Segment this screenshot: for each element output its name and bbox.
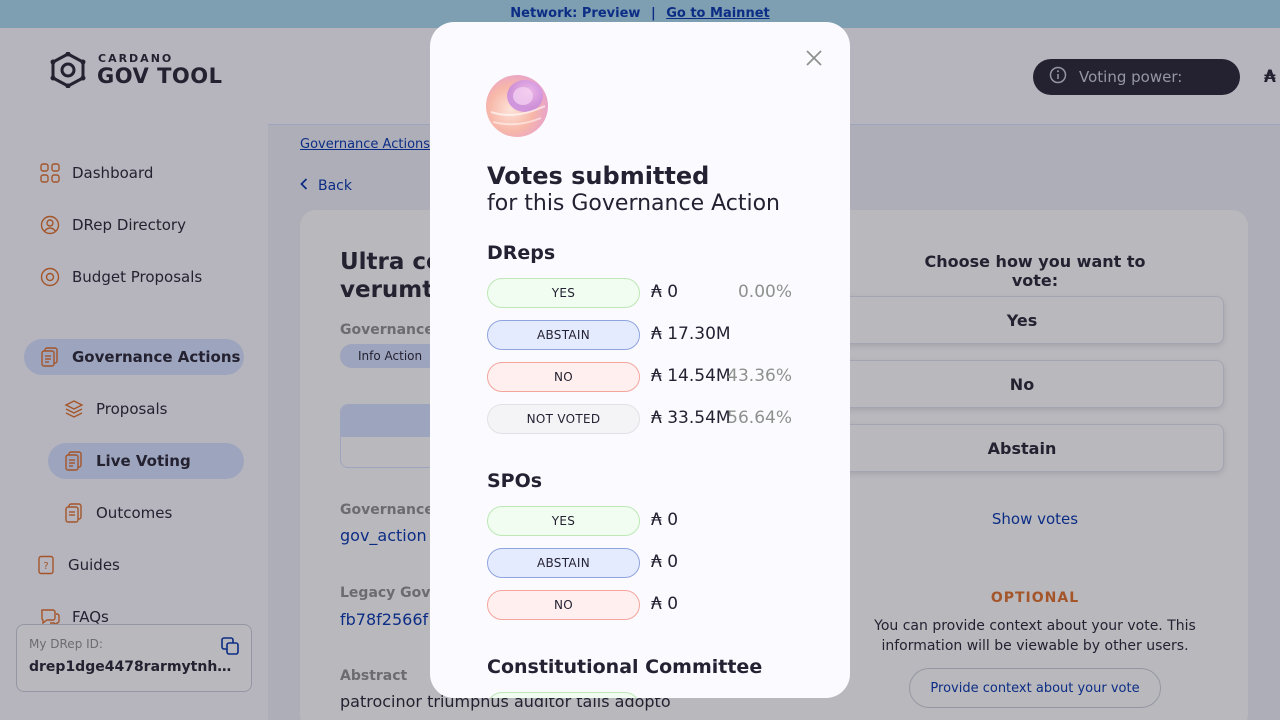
dreps-yes-pill: YES bbox=[487, 278, 640, 308]
spos-abstain-amount: ₳ 0 bbox=[651, 552, 679, 572]
dreps-yes-percent: 0.00% bbox=[737, 282, 792, 302]
dreps-no-pill: NO bbox=[487, 362, 640, 392]
cc-heading: Constitutional Committee bbox=[487, 656, 763, 678]
spos-no-pill: NO bbox=[487, 590, 640, 620]
spos-no-amount: ₳ 0 bbox=[651, 594, 679, 614]
dreps-yes-amount: ₳ 0 bbox=[651, 282, 679, 302]
dreps-heading: DReps bbox=[487, 242, 556, 264]
modal-subtitle: for this Governance Action bbox=[487, 191, 780, 216]
dreps-abstain-amount: ₳ 17.30M bbox=[651, 324, 731, 344]
dreps-not-voted-percent: 56.64% bbox=[727, 408, 792, 428]
spos-abstain-pill: ABSTAIN bbox=[487, 548, 640, 578]
spos-yes-pill: YES bbox=[487, 506, 640, 536]
dreps-not-voted-pill: NOT VOTED bbox=[487, 404, 640, 434]
spos-yes-amount: ₳ 0 bbox=[651, 510, 679, 530]
cc-yes-pill bbox=[487, 692, 640, 698]
spos-heading: SPOs bbox=[487, 470, 543, 492]
votes-submitted-modal: Votes submitted for this Governance Acti… bbox=[430, 22, 850, 698]
votes-orb-icon bbox=[486, 75, 548, 137]
close-icon[interactable] bbox=[804, 48, 824, 68]
dreps-no-amount: ₳ 14.54M bbox=[651, 366, 731, 386]
dreps-not-voted-amount: ₳ 33.54M bbox=[651, 408, 731, 428]
dreps-abstain-pill: ABSTAIN bbox=[487, 320, 640, 350]
dreps-no-percent: 43.36% bbox=[727, 366, 792, 386]
modal-title: Votes submitted bbox=[487, 162, 710, 190]
